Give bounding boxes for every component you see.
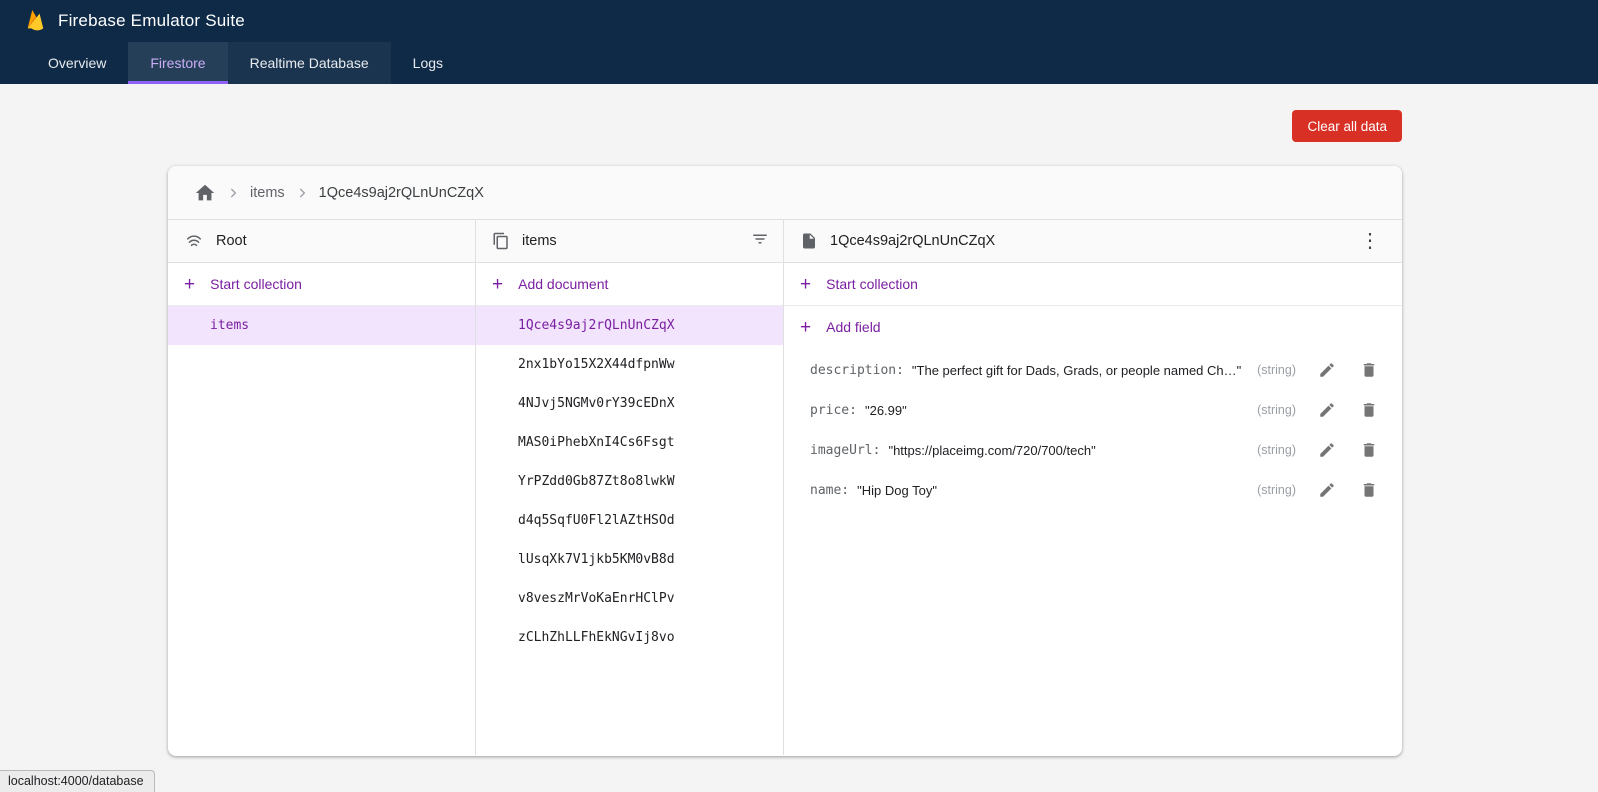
field-row: description: "The perfect gift for Dads,… [784, 350, 1402, 390]
breadcrumb: items 1Qce4s9aj2rQLnUnCZqX [168, 166, 1402, 220]
field-key: description: [810, 363, 904, 378]
titlebar: Firebase Emulator Suite [0, 0, 1598, 42]
field-value: "The perfect gift for Dads, Grads, or pe… [912, 363, 1241, 378]
field-type: (string) [1257, 363, 1302, 377]
chevron-right-icon [225, 185, 241, 201]
root-column: Root + Start collection items [168, 220, 476, 755]
plus-icon: + [492, 275, 503, 294]
document-list-item[interactable]: MAS0iPhebXnI4Cs6Fsgt [476, 423, 783, 462]
document-list-item[interactable]: d4q5SqfU0Fl2lAZtHSOd [476, 501, 783, 540]
app-header: Firebase Emulator Suite Overview Firesto… [0, 0, 1598, 84]
root-icon [184, 231, 204, 251]
field-type: (string) [1257, 483, 1302, 497]
collection-list-item[interactable]: items [168, 306, 475, 345]
document-column-header: 1Qce4s9aj2rQLnUnCZqX ⋮ [784, 220, 1402, 263]
add-field-button[interactable]: + Add field [784, 306, 1402, 348]
field-key: imageUrl: [810, 443, 880, 458]
field-row: price: "26.99" (string) [784, 390, 1402, 430]
delete-field-button[interactable] [1352, 473, 1386, 507]
field-row: imageUrl: "https://placeimg.com/720/700/… [784, 430, 1402, 470]
toolbar: Clear all data [0, 110, 1402, 142]
nav-tabs: Overview Firestore Realtime Database Log… [0, 42, 1598, 84]
document-icon [800, 232, 818, 250]
document-list-item[interactable]: lUsqXk7V1jkb5KM0vB8d [476, 540, 783, 579]
edit-field-button[interactable] [1310, 433, 1344, 467]
firestore-panel: items 1Qce4s9aj2rQLnUnCZqX Root + Sta [168, 166, 1402, 756]
home-icon[interactable] [194, 182, 216, 204]
document-list-item[interactable]: v8veszMrVoKaEnrHClPv [476, 579, 783, 618]
plus-icon: + [800, 275, 811, 294]
field-row: name: "Hip Dog Toy" (string) [784, 470, 1402, 510]
edit-field-button[interactable] [1310, 393, 1344, 427]
clear-all-data-button[interactable]: Clear all data [1292, 110, 1402, 142]
breadcrumb-document[interactable]: 1Qce4s9aj2rQLnUnCZqX [319, 185, 484, 201]
add-document-button[interactable]: + Add document [476, 263, 783, 306]
field-list: description: "The perfect gift for Dads,… [784, 348, 1402, 512]
field-value: "Hip Dog Toy" [857, 483, 937, 498]
collection-column-title: items [522, 233, 557, 249]
collection-column-header: items [476, 220, 783, 263]
document-list: 1Qce4s9aj2rQLnUnCZqX 2nx1bYo15X2X44dfpnW… [476, 306, 783, 657]
delete-field-button[interactable] [1352, 433, 1386, 467]
filter-icon[interactable] [751, 230, 769, 252]
collection-icon [492, 232, 510, 250]
start-collection-button[interactable]: + Start collection [168, 263, 475, 306]
status-link-preview: localhost:4000/database [0, 770, 155, 792]
firebase-logo-icon [24, 8, 46, 34]
tab-logs[interactable]: Logs [391, 42, 465, 84]
field-type: (string) [1257, 403, 1302, 417]
document-column-title: 1Qce4s9aj2rQLnUnCZqX [830, 233, 995, 249]
tab-firestore[interactable]: Firestore [128, 42, 227, 84]
document-list-item[interactable]: zCLhZhLLFhEkNGvIj8vo [476, 618, 783, 657]
document-list-item[interactable]: 2nx1bYo15X2X44dfpnWw [476, 345, 783, 384]
edit-field-button[interactable] [1310, 473, 1344, 507]
firestore-columns: Root + Start collection items items + [168, 220, 1402, 755]
plus-icon: + [800, 318, 811, 337]
plus-icon: + [184, 275, 195, 294]
delete-field-button[interactable] [1352, 353, 1386, 387]
document-column: 1Qce4s9aj2rQLnUnCZqX ⋮ + Start collectio… [784, 220, 1402, 755]
document-list-item[interactable]: 4NJvj5NGMv0rY39cEDnX [476, 384, 783, 423]
document-list-item[interactable]: YrPZdd0Gb87Zt8o8lwkW [476, 462, 783, 501]
delete-field-button[interactable] [1352, 393, 1386, 427]
root-column-header: Root [168, 220, 475, 263]
field-value: "https://placeimg.com/720/700/tech" [888, 443, 1095, 458]
collection-column: items + Add document 1Qce4s9aj2rQLnUnCZq… [476, 220, 784, 755]
breadcrumb-collection[interactable]: items [250, 185, 285, 201]
field-type: (string) [1257, 443, 1302, 457]
field-key: price: [810, 403, 857, 418]
document-list-item[interactable]: 1Qce4s9aj2rQLnUnCZqX [476, 306, 783, 345]
tab-overview[interactable]: Overview [26, 42, 128, 84]
field-key: name: [810, 483, 849, 498]
root-column-title: Root [216, 233, 247, 249]
edit-field-button[interactable] [1310, 353, 1344, 387]
app-title: Firebase Emulator Suite [58, 11, 245, 31]
overflow-menu-icon[interactable]: ⋮ [1352, 231, 1388, 251]
field-value: "26.99" [865, 403, 907, 418]
tab-realtime-database[interactable]: Realtime Database [228, 42, 391, 84]
start-collection-button-document[interactable]: + Start collection [784, 263, 1402, 306]
chevron-right-icon [294, 185, 310, 201]
